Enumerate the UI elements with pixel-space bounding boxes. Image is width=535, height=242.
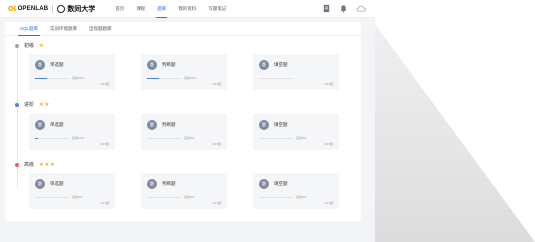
card-title: 填空题 — [274, 181, 288, 186]
bell-icon[interactable] — [339, 4, 348, 13]
document-icon[interactable] — [322, 4, 331, 13]
progress-percent: 完成0% — [184, 195, 195, 199]
question-count: 1/97题 — [212, 82, 221, 86]
level-dot — [15, 43, 19, 48]
nav-home[interactable]: 首页 — [109, 0, 130, 18]
question-type-icon: 题 — [147, 179, 157, 189]
practice-card[interactable]: 题判断题完成0% 1/97题 — [141, 114, 227, 150]
progress-bar — [259, 78, 293, 79]
progress-percent: 完成0% — [296, 195, 307, 199]
university-name: 数同大学 — [67, 5, 96, 13]
level-label: 进阶 — [24, 102, 35, 108]
bank-tabs: SQL题库 实训环境题库 出现题题库 — [5, 22, 361, 36]
question-count: 1/97题 — [324, 201, 333, 205]
card-title: 判断题 — [162, 181, 176, 186]
progress-percent: 完成10% — [72, 136, 85, 140]
practice-card[interactable]: 题判断题完成0% 1/97题 — [141, 173, 227, 209]
university-logo[interactable]: 数同大学 — [57, 4, 95, 14]
card-title: 填空题 — [274, 122, 288, 127]
question-bank-panel: SQL题库 实训环境题库 出现题题库 初级 ★ 进阶 ★★ 高级 ★★★ 题 单… — [5, 22, 361, 221]
background-decoration — [375, 0, 535, 242]
progress-bar — [259, 197, 293, 198]
level-label: 初级 — [24, 43, 35, 49]
progress-bar — [147, 78, 181, 79]
question-count: 1/97题 — [100, 82, 109, 86]
star-icon: ★ — [39, 42, 45, 49]
progress-bar — [259, 138, 293, 139]
question-type-icon: 题 — [259, 179, 269, 189]
level-header: 高级 ★★★ — [15, 161, 55, 168]
nav-courses[interactable]: 课程 — [130, 0, 151, 18]
practice-card[interactable]: 题单选题完成0% 1/97题 — [29, 173, 115, 209]
progress-percent: 完成34% — [72, 76, 85, 80]
card-title: 判断题 — [162, 122, 176, 127]
question-count: 1/97题 — [100, 142, 109, 146]
question-count: 1/97题 — [212, 201, 221, 205]
top-icons — [322, 4, 367, 13]
question-type-icon: 题 — [147, 60, 157, 70]
progress-bar — [35, 78, 69, 79]
logo-mark: OI — [8, 4, 16, 13]
question-count: 1/97题 — [100, 201, 109, 205]
nav-notes[interactable]: 写题笔记 — [202, 0, 232, 18]
progress-fill — [35, 78, 47, 79]
main-nav: 首页 课程 题库 我的资料 写题笔记 — [109, 0, 232, 18]
star-icon: ★★ — [39, 101, 50, 108]
progress-percent: 完成0% — [184, 136, 195, 140]
progress-bar — [147, 197, 181, 198]
practice-card[interactable]: 题单选题完成10% 1/97题 — [29, 114, 115, 150]
tab-sql-bank[interactable]: SQL题库 — [14, 22, 44, 36]
question-type-icon: 题 — [35, 179, 45, 189]
question-type-icon: 题 — [259, 60, 269, 70]
card-title: 单选题 — [50, 122, 64, 127]
practice-card[interactable]: 题单选题完成34% 1/97题 — [29, 54, 115, 90]
tab-other-bank[interactable]: 出现题题库 — [83, 22, 118, 35]
star-icon: ★★★ — [39, 161, 56, 168]
practice-card[interactable]: 题判断题完成34% 1/97题 — [141, 54, 227, 90]
question-type-icon: 题 — [35, 60, 45, 70]
background-wedge — [375, 24, 535, 242]
tab-training-bank[interactable]: 实训环境题库 — [44, 22, 83, 35]
progress-bar — [35, 138, 69, 139]
openlab-logo[interactable]: OI OPENLAB — [8, 5, 48, 13]
question-type-icon: 题 — [259, 120, 269, 130]
cloud-icon[interactable] — [356, 4, 367, 13]
card-title: 单选题 — [50, 181, 64, 186]
progress-bar — [35, 197, 69, 198]
question-type-icon: 题 — [35, 120, 45, 130]
progress-fill — [147, 78, 159, 79]
level-dot — [15, 162, 19, 167]
question-count: 1/97题 — [324, 142, 333, 146]
card-title: 填空题 — [274, 62, 288, 67]
practice-card[interactable]: 题填空题 1/97题 — [253, 54, 339, 90]
level-header: 初级 ★ — [15, 42, 44, 49]
level-dot — [15, 102, 19, 107]
progress-percent: 完成0% — [296, 136, 307, 140]
logo-divider — [52, 4, 54, 13]
question-count: 1/97题 — [324, 82, 333, 86]
app-window: OI OPENLAB 数同大学 首页 课程 题库 我的资料 写题笔记 SQL题库… — [0, 0, 375, 242]
card-title: 判断题 — [162, 62, 176, 67]
logo-text: OPENLAB — [17, 5, 49, 12]
level-label: 高级 — [24, 162, 35, 168]
question-count: 1/97题 — [212, 142, 221, 146]
nav-my-materials[interactable]: 我的资料 — [172, 0, 202, 18]
progress-percent: 完成34% — [184, 76, 197, 80]
practice-card[interactable]: 题填空题完成0% 1/97题 — [253, 114, 339, 150]
top-navbar: OI OPENLAB 数同大学 首页 课程 题库 我的资料 写题笔记 — [0, 0, 375, 18]
question-type-icon: 题 — [147, 120, 157, 130]
nav-question-bank[interactable]: 题库 — [151, 0, 172, 18]
progress-bar — [147, 138, 181, 139]
level-header: 进阶 ★★ — [15, 101, 50, 108]
practice-card[interactable]: 题填空题完成0% 1/97题 — [253, 173, 339, 209]
progress-percent: 完成0% — [72, 195, 83, 199]
card-title: 单选题 — [50, 62, 64, 67]
progress-fill — [35, 138, 39, 139]
university-emblem-icon — [57, 4, 66, 13]
